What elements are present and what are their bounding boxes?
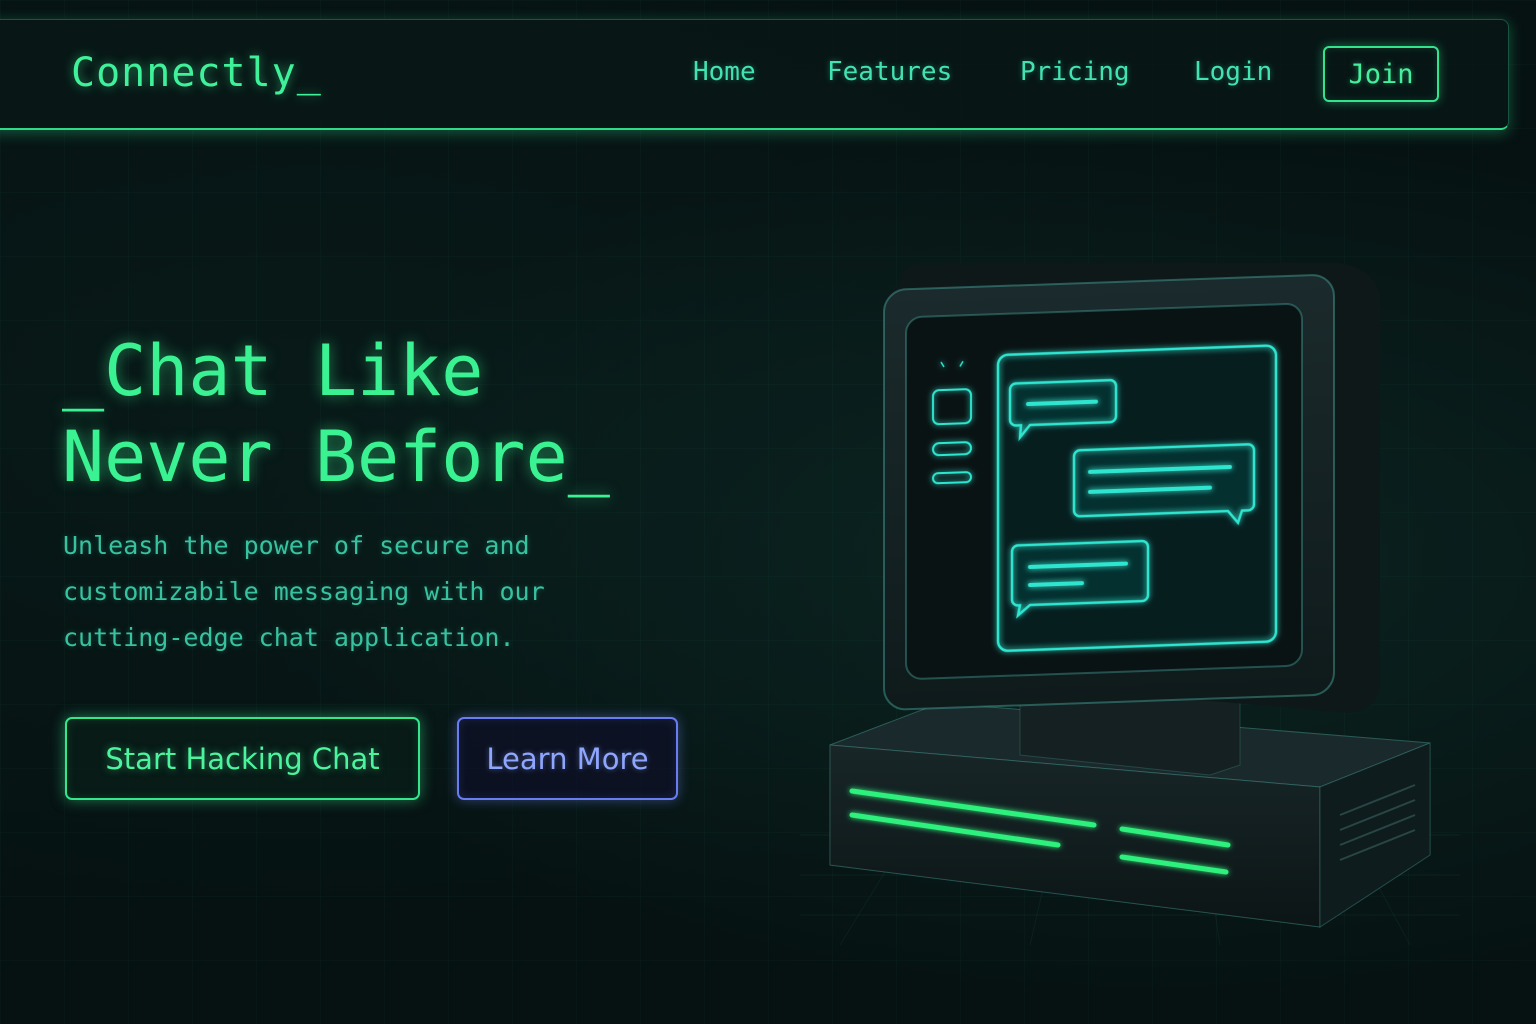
hero-description-line-2: customizabile messaging with our xyxy=(63,577,545,606)
hero-title-line-2: Never Before_ xyxy=(62,416,610,498)
start-hacking-chat-button[interactable]: Start Hacking Chat xyxy=(65,717,420,800)
nav-link-pricing[interactable]: Pricing xyxy=(1020,57,1130,87)
learn-more-button[interactable]: Learn More xyxy=(457,717,678,800)
nav-link-features[interactable]: Features xyxy=(827,57,952,87)
hero-description-line-1: Unleash the power of secure and xyxy=(63,531,530,560)
hero-title-line-1: _Chat Like xyxy=(62,330,484,412)
nav-link-home[interactable]: Home xyxy=(693,57,756,87)
nav-link-login[interactable]: Login xyxy=(1194,57,1272,87)
retro-computer-chat-icon xyxy=(800,263,1460,945)
navbar: Connectly_ Home Features Pricing Login J… xyxy=(0,19,1509,130)
join-button[interactable]: Join xyxy=(1323,46,1439,102)
hero-description: Unleash the power of secure and customiz… xyxy=(63,523,683,661)
hero-description-line-3: cutting-edge chat application. xyxy=(63,623,515,652)
hero-title: _Chat Like Never Before_ xyxy=(62,328,702,500)
logo[interactable]: Connectly_ xyxy=(71,50,322,96)
